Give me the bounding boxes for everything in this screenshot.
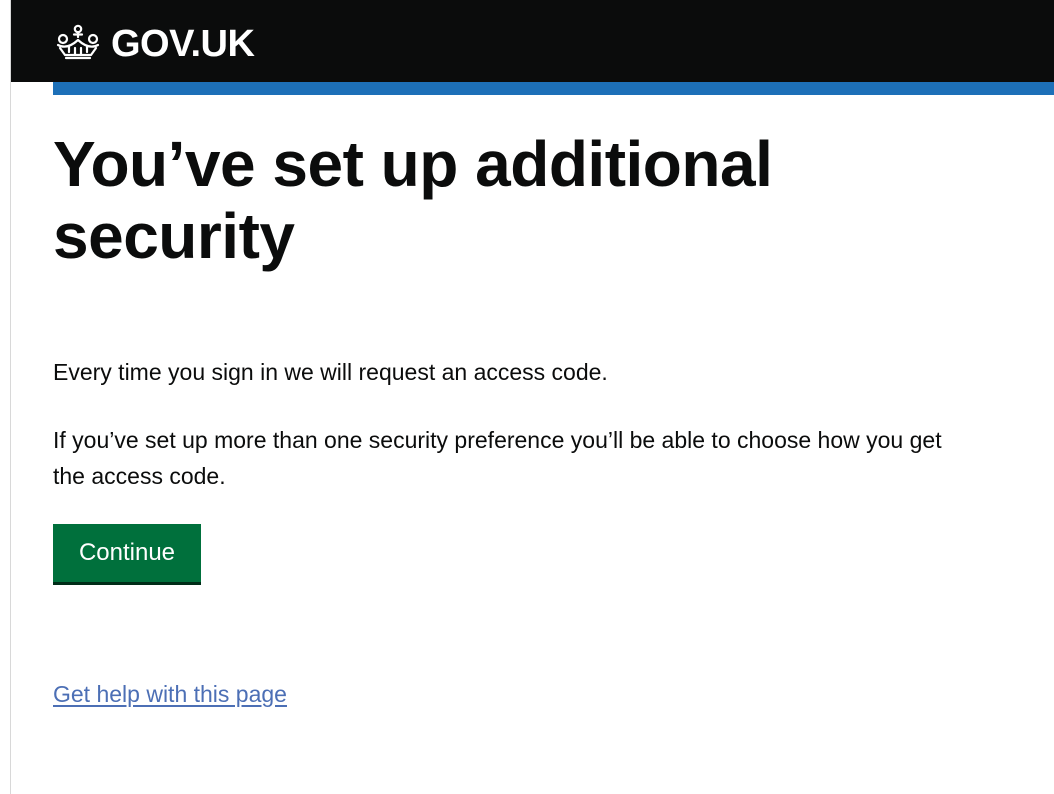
- security-preference-paragraph: If you’ve set up more than one security …: [53, 427, 942, 489]
- page-title: You’ve set up additional security: [53, 128, 773, 272]
- govuk-header: GOV.UK: [11, 0, 1054, 82]
- govuk-logo-text: GOV.UK: [111, 23, 255, 65]
- get-help-link[interactable]: Get help with this page: [53, 676, 287, 712]
- continue-button[interactable]: Continue: [53, 524, 201, 582]
- access-code-paragraph: Every time you sign in we will request a…: [53, 359, 608, 385]
- header-accent-bar: [53, 82, 1054, 95]
- crown-icon: [56, 24, 100, 60]
- page-frame: GOV.UK You’ve set up additional security…: [10, 0, 1054, 794]
- govuk-logo-link[interactable]: GOV.UK: [53, 22, 255, 66]
